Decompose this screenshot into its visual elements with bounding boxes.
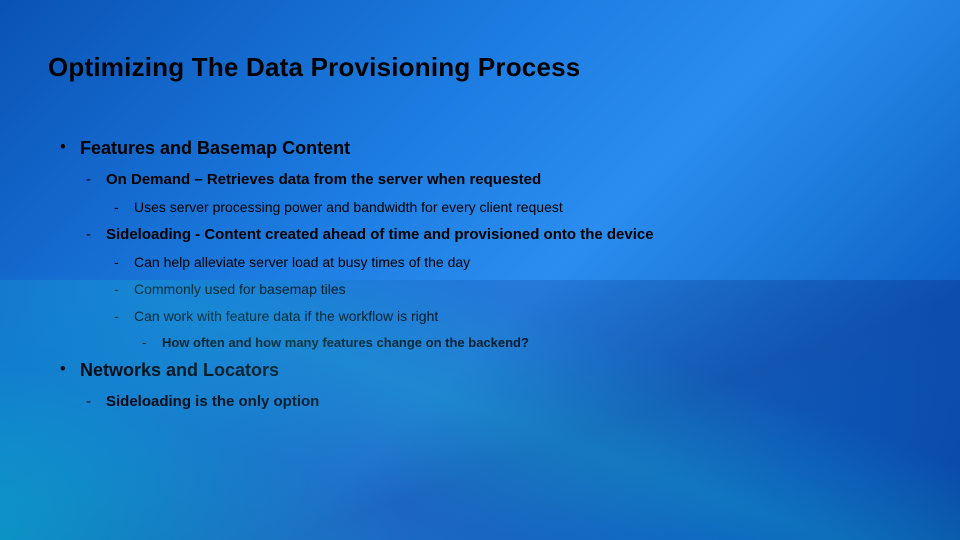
list-item: On Demand – Retrieves data from the serv… [86,171,920,188]
list-item: Can help alleviate server load at busy t… [114,254,920,270]
section-heading: Networks and Locators [60,360,920,381]
slide-title: Optimizing The Data Provisioning Process [48,52,580,83]
section-heading: Features and Basemap Content [60,138,920,159]
slide: Optimizing The Data Provisioning Process… [0,0,960,540]
list-item: How often and how many features change o… [142,335,920,350]
list-item: Can work with feature data if the workfl… [114,308,920,324]
list-item: Sideloading - Content created ahead of t… [86,226,920,243]
list-item: Sideloading is the only option [86,393,920,410]
slide-body: Features and Basemap Content On Demand –… [60,138,920,421]
list-item: Uses server processing power and bandwid… [114,199,920,215]
list-item: Commonly used for basemap tiles [114,281,920,297]
